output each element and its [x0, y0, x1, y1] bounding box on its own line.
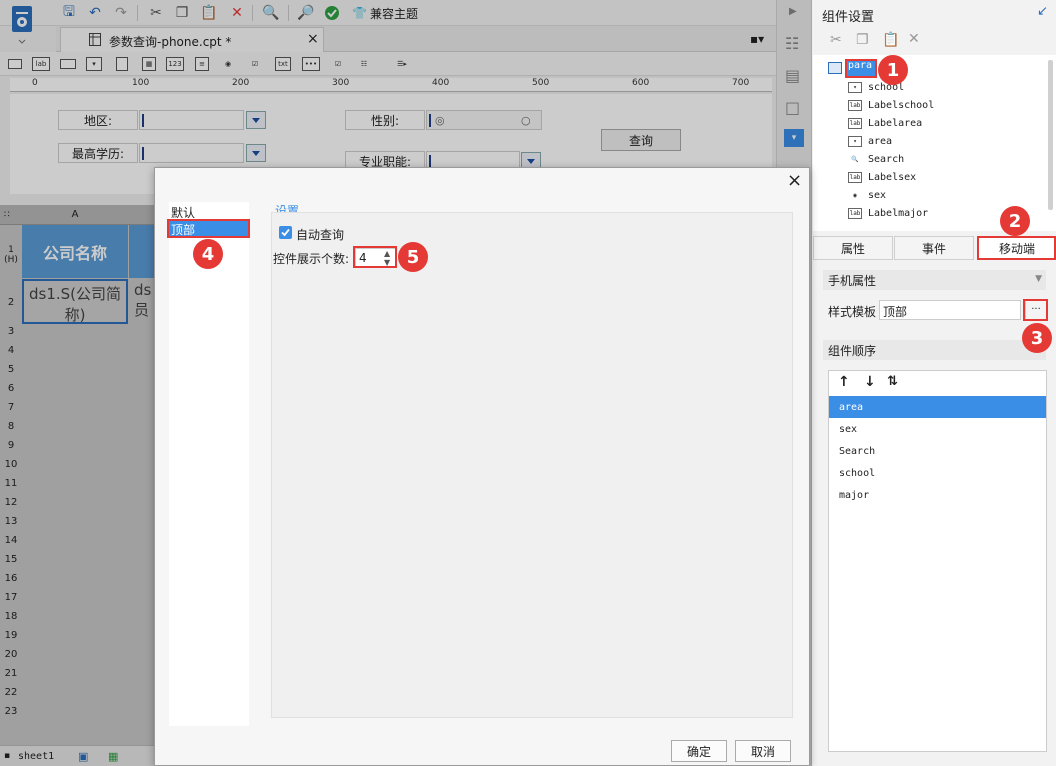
- label-icon: lab: [848, 117, 862, 129]
- delete-icon[interactable]: ✕: [908, 31, 920, 47]
- order-item-school[interactable]: school: [829, 462, 1046, 484]
- tree-item-labelmajor[interactable]: lab Labelmajor: [848, 205, 928, 221]
- style-template-label: 样式模板: [828, 305, 877, 319]
- order-item-search[interactable]: Search: [829, 440, 1046, 462]
- step-badge: 1: [878, 55, 908, 85]
- radio-group-icon: ◉: [848, 189, 862, 201]
- mobile-props-label: 手机属性: [828, 274, 877, 288]
- tab-events[interactable]: 事件: [894, 236, 974, 260]
- copy-icon[interactable]: ❐: [856, 32, 869, 48]
- tree-scrollbar[interactable]: [1048, 60, 1053, 210]
- tree-item-sex[interactable]: ◉ sex: [848, 187, 886, 203]
- label-icon: lab: [848, 207, 862, 219]
- search-file-icon: 🔍: [848, 153, 862, 165]
- mobile-props-section[interactable]: 手机属性 ▼: [823, 270, 1046, 290]
- tree-item-label: Labelschool: [868, 99, 935, 111]
- order-item-area[interactable]: area: [829, 396, 1046, 418]
- cancel-button[interactable]: 取消: [735, 740, 791, 762]
- tree-item-label: Search: [868, 153, 905, 165]
- tab-properties[interactable]: 属性: [813, 236, 893, 260]
- auto-query-checkbox[interactable]: [279, 226, 292, 239]
- label-icon: lab: [848, 99, 862, 111]
- tree-item-search[interactable]: 🔍 Search: [848, 151, 904, 167]
- highlight-box: [977, 236, 1056, 260]
- tree-item-area[interactable]: ▾ area: [848, 133, 892, 149]
- highlight-box: [167, 219, 250, 238]
- dialog-close-icon[interactable]: ×: [787, 170, 802, 191]
- component-order-title: 组件顺序: [823, 340, 1046, 360]
- step-badge: 5: [398, 242, 428, 272]
- tree-item-labelschool[interactable]: lab Labelschool: [848, 97, 934, 113]
- sort-icon[interactable]: ⇅: [887, 374, 898, 389]
- para-icon: [828, 62, 842, 74]
- cut-icon[interactable]: ✂: [830, 32, 842, 48]
- move-up-icon[interactable]: ↑: [838, 374, 850, 390]
- order-item-major[interactable]: major: [829, 484, 1046, 506]
- paste-icon[interactable]: 📋: [882, 32, 899, 48]
- collapse-arrow-icon[interactable]: ↙: [1037, 4, 1048, 19]
- template-list: [169, 202, 249, 726]
- move-down-icon[interactable]: ↓: [864, 374, 876, 390]
- tree-item-label: Labelsex: [868, 171, 917, 183]
- auto-query-label: 自动查询: [296, 228, 345, 242]
- tree-item-labelarea[interactable]: lab Labelarea: [848, 115, 922, 131]
- tree-item-label: Labelarea: [868, 117, 923, 129]
- highlight-box: [1023, 299, 1048, 321]
- step-badge: 3: [1022, 323, 1052, 353]
- tree-item-label: Labelmajor: [868, 207, 929, 219]
- combobox-icon: ▾: [848, 81, 862, 93]
- style-template-field[interactable]: 顶部: [879, 300, 1021, 320]
- tree-item-label: sex: [868, 189, 887, 201]
- panel-title: 组件设置: [822, 10, 875, 25]
- order-item-sex[interactable]: sex: [829, 418, 1046, 440]
- display-count-label: 控件展示个数:: [273, 252, 350, 266]
- step-badge: 2: [1000, 206, 1030, 236]
- step-badge: 4: [193, 239, 223, 269]
- chevron-down-icon: ▼: [1035, 274, 1042, 284]
- tree-item-labelsex[interactable]: lab Labelsex: [848, 169, 916, 185]
- settings-box: [271, 212, 793, 718]
- ok-button[interactable]: 确定: [671, 740, 727, 762]
- label-icon: lab: [848, 171, 862, 183]
- tree-item-label: area: [868, 135, 893, 147]
- combobox-icon: ▾: [848, 135, 862, 147]
- highlight-box: [353, 246, 397, 268]
- highlight-box: [845, 59, 877, 78]
- style-template-dialog: × 默认 顶部 设置 自动查询 控件展示个数: 4 ▲ ▼ 确定 取消: [154, 167, 810, 766]
